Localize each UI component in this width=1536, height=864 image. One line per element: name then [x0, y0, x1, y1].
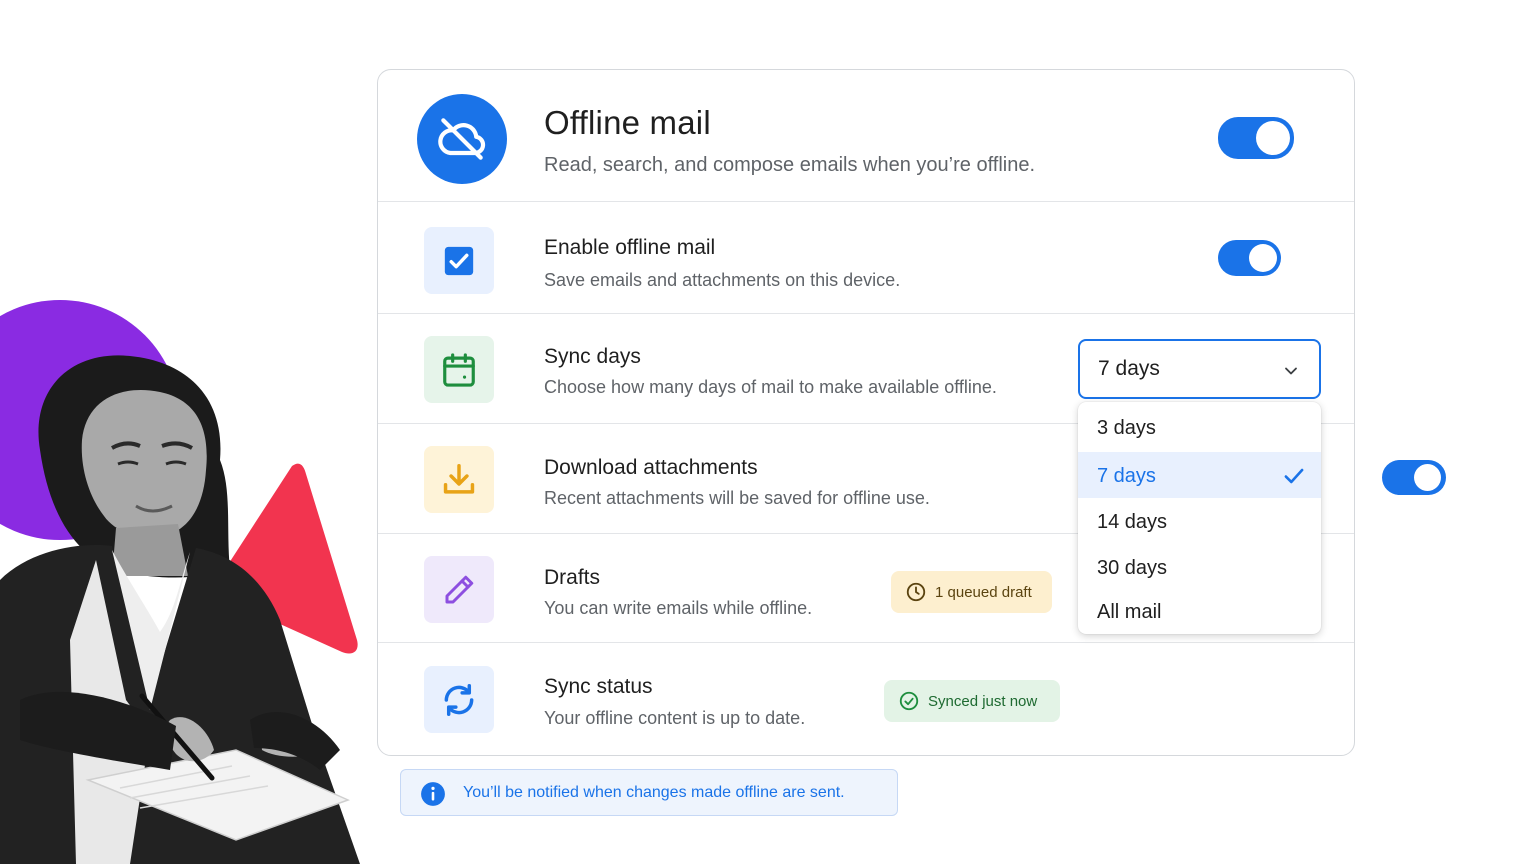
dropdown-option-3-days[interactable]: 3 days: [1078, 404, 1321, 450]
row-enable-offline-mail: Enable offline mail Save emails and atta…: [378, 202, 1354, 314]
hero-illustration: [0, 280, 380, 864]
sync-status-title: Sync status: [544, 675, 653, 698]
sync-days-selected-value: 7 days: [1098, 357, 1160, 380]
info-banner-text: You’ll be notified when changes made off…: [463, 784, 845, 801]
cloud-off-icon: [417, 94, 507, 184]
calendar-icon: [424, 336, 494, 403]
clock-icon: [906, 582, 926, 602]
person-writing-image: [0, 355, 360, 864]
sync-icon: [424, 666, 494, 733]
attachments-title: Download attachments: [544, 456, 758, 479]
sync-days-select[interactable]: 7 days: [1078, 339, 1321, 399]
drafts-title: Drafts: [544, 566, 601, 589]
dropdown-option-7-days[interactable]: 7 days: [1078, 452, 1321, 498]
page-subtitle: Read, search, and compose emails when yo…: [544, 154, 1036, 176]
download-icon: [424, 446, 494, 513]
sync-days-dropdown-menu: 3 days 7 days 14 days 30 days All mail: [1078, 402, 1321, 634]
enable-offline-title: Enable offline mail: [544, 236, 716, 259]
check-icon: [1284, 468, 1304, 484]
synced-status-text: Synced just now: [928, 692, 1038, 710]
offline-info-banner: You’ll be notified when changes made off…: [400, 769, 898, 816]
dropdown-option-14-days[interactable]: 14 days: [1078, 498, 1321, 544]
info-icon: [421, 782, 445, 806]
check-circle-icon: [899, 691, 919, 711]
page-title: Offline mail: [544, 104, 711, 141]
row-sync-status: Sync status Your offline content is up t…: [378, 643, 1354, 755]
offline-mail-toggle[interactable]: [1218, 117, 1294, 159]
queued-draft-text: 1 queued draft: [935, 583, 1032, 601]
checkbox-icon: [424, 227, 494, 294]
enable-offline-toggle[interactable]: [1218, 240, 1281, 276]
download-attachments-toggle[interactable]: [1382, 460, 1446, 495]
dropdown-option-30-days[interactable]: 30 days: [1078, 544, 1321, 590]
queued-draft-badge: 1 queued draft: [891, 571, 1052, 613]
drafts-subtitle: You can write emails while offline.: [544, 598, 813, 618]
chevron-down-icon: [1285, 367, 1297, 375]
dropdown-option-all-mail[interactable]: All mail: [1078, 588, 1321, 634]
pencil-icon: [424, 556, 494, 623]
sync-status-subtitle: Your offline content is up to date.: [544, 708, 806, 728]
enable-offline-subtitle: Save emails and attachments on this devi…: [544, 270, 901, 290]
offline-mail-header: Offline mail Read, search, and compose e…: [378, 70, 1354, 202]
sync-days-subtitle: Choose how many days of mail to make ava…: [544, 377, 997, 397]
sync-days-title: Sync days: [544, 345, 641, 368]
attachments-subtitle: Recent attachments will be saved for off…: [544, 488, 930, 508]
synced-status-badge: Synced just now: [884, 680, 1060, 722]
